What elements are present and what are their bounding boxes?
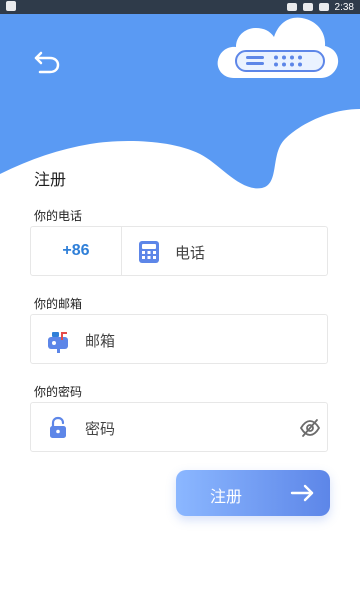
register-button-label: 注册 — [210, 487, 243, 506]
notification-icon — [6, 1, 16, 11]
password-field[interactable]: 密码 — [30, 402, 328, 452]
email-field[interactable]: 邮箱 — [30, 314, 328, 364]
phone-label: 你的电话 — [34, 209, 83, 223]
email-input[interactable]: 邮箱 — [85, 330, 115, 351]
phone-field[interactable]: +86 电话 — [30, 226, 328, 276]
country-code[interactable]: +86 — [31, 227, 122, 275]
eye-off-icon[interactable] — [299, 417, 321, 439]
register-button[interactable]: 注册 — [176, 470, 330, 516]
password-label: 你的密码 — [34, 385, 83, 399]
mailbox-icon — [48, 332, 68, 353]
password-input[interactable]: 密码 — [85, 418, 115, 439]
email-label: 你的邮箱 — [34, 297, 83, 311]
cloud-server-icon — [217, 17, 339, 79]
lock-icon — [50, 416, 66, 438]
arrow-right-icon — [290, 484, 314, 502]
phone-icon — [139, 241, 159, 263]
back-arrow-icon[interactable] — [28, 46, 62, 80]
page-title: 注册 — [34, 170, 67, 189]
phone-input[interactable]: 电话 — [175, 242, 205, 263]
